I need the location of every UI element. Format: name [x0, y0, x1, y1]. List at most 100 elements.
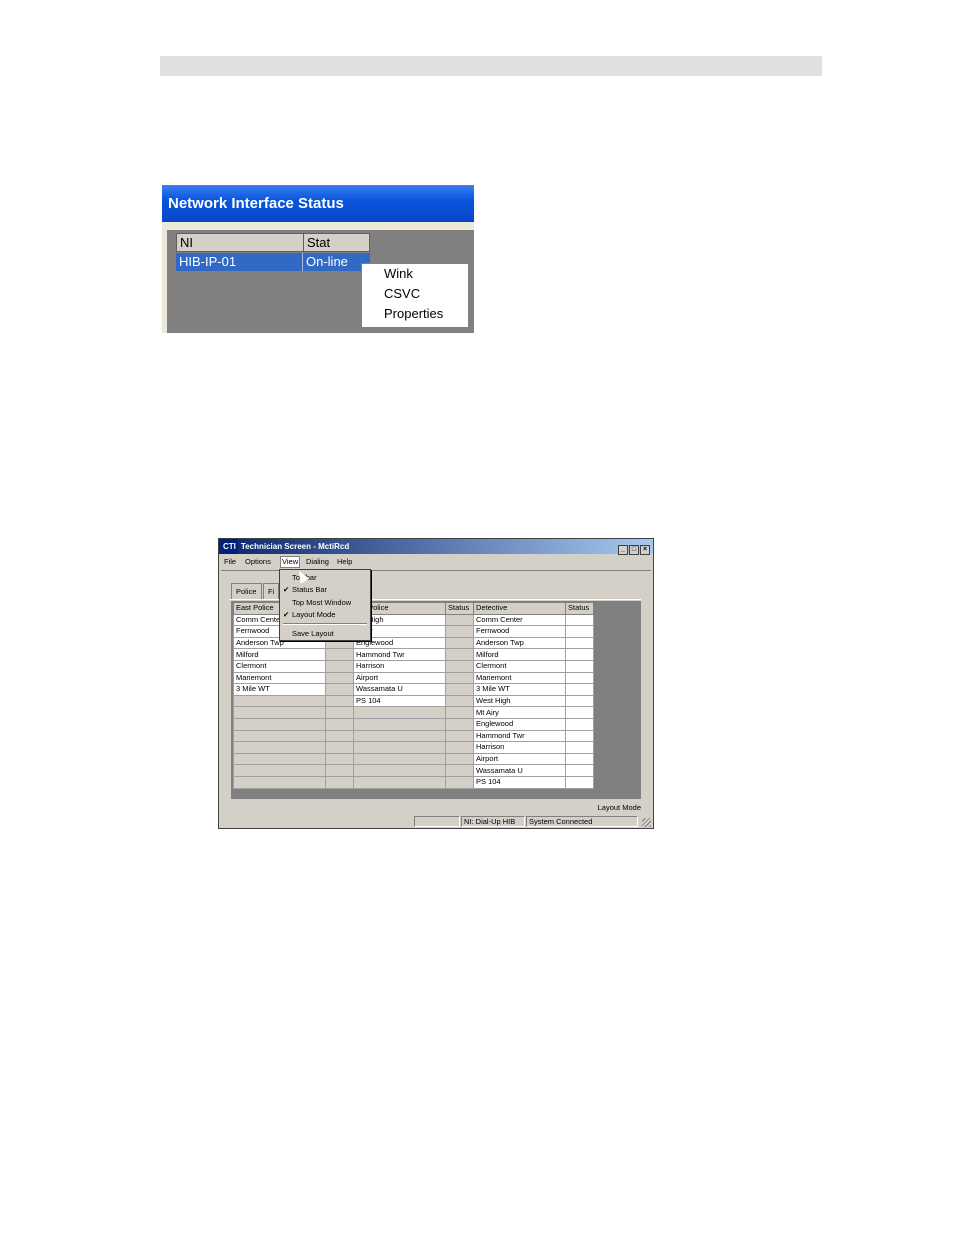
grid-cell[interactable] [233, 694, 326, 708]
grid-cell[interactable] [445, 636, 474, 650]
menu-item-save-layout[interactable]: Save Layout [292, 629, 334, 639]
grid-cell[interactable] [445, 706, 474, 719]
menu-item-csvc[interactable]: CSVC [362, 284, 468, 304]
grid-cell[interactable] [445, 729, 474, 743]
grid-cell[interactable] [565, 636, 594, 650]
grid-cell[interactable] [353, 729, 446, 743]
grid-cell[interactable]: Harrison [473, 741, 566, 754]
grid-cell[interactable]: Wassamata U [353, 683, 446, 696]
grid-cell[interactable] [233, 764, 326, 777]
resize-grip-icon[interactable] [642, 818, 651, 827]
column-header[interactable]: Status [445, 602, 474, 615]
column-header[interactable]: Status [565, 602, 594, 615]
grid-cell[interactable] [445, 764, 474, 777]
grid-cell[interactable] [565, 775, 594, 789]
grid-cell[interactable] [565, 694, 594, 708]
grid-cell[interactable]: Mariemont [233, 671, 326, 685]
grid-cell[interactable] [325, 694, 354, 708]
grid-cell[interactable] [565, 613, 594, 627]
grid-cell[interactable] [445, 659, 474, 673]
ni-column-header[interactable]: NI [176, 233, 304, 252]
grid-cell[interactable] [325, 764, 354, 777]
grid-cell[interactable] [233, 717, 326, 731]
grid-cell[interactable]: Airport [353, 671, 446, 685]
grid-cell[interactable] [565, 717, 594, 731]
grid-cell[interactable] [565, 764, 594, 777]
grid-cell[interactable]: Mariemont [473, 671, 566, 685]
maximize-icon[interactable]: □ [629, 545, 639, 555]
menu-item-top-most-window[interactable]: Top Most Window [292, 598, 351, 608]
grid-cell[interactable] [353, 741, 446, 754]
grid-cell[interactable] [445, 694, 474, 708]
grid-cell[interactable]: Mt Airy [473, 706, 566, 719]
grid-cell[interactable] [445, 671, 474, 685]
grid-cell[interactable] [445, 741, 474, 754]
grid-cell[interactable] [445, 683, 474, 696]
grid-cell[interactable] [353, 764, 446, 777]
grid-cell[interactable] [233, 729, 326, 743]
grid-cell[interactable] [325, 683, 354, 696]
menu-item-layout-mode[interactable]: Layout Mode [292, 610, 335, 620]
grid-cell[interactable] [445, 752, 474, 766]
grid-cell[interactable]: PS 104 [473, 775, 566, 789]
menu-file[interactable]: File [224, 557, 236, 567]
grid-cell[interactable] [233, 706, 326, 719]
grid-cell[interactable] [565, 752, 594, 766]
grid-cell[interactable] [325, 671, 354, 685]
grid-cell[interactable] [325, 752, 354, 766]
grid-cell[interactable] [353, 775, 446, 789]
ni-row-name[interactable]: HIB-IP-01 [176, 253, 303, 271]
grid-cell[interactable]: Wassamata U [473, 764, 566, 777]
grid-cell[interactable] [445, 717, 474, 731]
grid-cell[interactable] [325, 741, 354, 754]
grid-cell[interactable]: 3 Mile WT [233, 683, 326, 696]
grid-cell[interactable]: Clermont [473, 659, 566, 673]
grid-cell[interactable] [565, 625, 594, 638]
grid-cell[interactable] [565, 671, 594, 685]
grid-cell[interactable]: Airport [473, 752, 566, 766]
grid-cell[interactable] [565, 729, 594, 743]
grid-cell[interactable] [565, 741, 594, 754]
menu-item-wink[interactable]: Wink [362, 264, 468, 284]
grid-cell[interactable]: Hammond Twr [473, 729, 566, 743]
grid-cell[interactable] [325, 717, 354, 731]
grid-cell[interactable]: 3 Mile WT [473, 683, 566, 696]
grid-cell[interactable]: Clermont [233, 659, 326, 673]
grid-cell[interactable] [353, 706, 446, 719]
grid-cell[interactable] [233, 752, 326, 766]
grid-cell[interactable] [565, 683, 594, 696]
grid-cell[interactable] [445, 648, 474, 661]
grid-cell[interactable] [445, 613, 474, 627]
grid-cell[interactable]: Fernwood [473, 625, 566, 638]
column-header[interactable]: Detective [473, 602, 566, 615]
grid-cell[interactable] [445, 625, 474, 638]
grid-cell[interactable]: Comm Center [473, 613, 566, 627]
grid-cell[interactable] [353, 717, 446, 731]
minimize-icon[interactable]: _ [618, 545, 628, 555]
grid-cell[interactable]: West High [473, 694, 566, 708]
stat-column-header[interactable]: Stat [303, 233, 370, 252]
grid-cell[interactable]: Harrison [353, 659, 446, 673]
grid-cell[interactable]: Englewood [473, 717, 566, 731]
grid-cell[interactable] [565, 648, 594, 661]
grid-cell[interactable]: Anderson Twp [473, 636, 566, 650]
menu-item-status-bar[interactable]: Status Bar [292, 585, 327, 595]
grid-cell[interactable] [353, 752, 446, 766]
tab-fire[interactable]: Fi [263, 583, 279, 599]
grid-cell[interactable] [325, 729, 354, 743]
grid-cell[interactable] [233, 741, 326, 754]
grid-cell[interactable] [233, 775, 326, 789]
close-icon[interactable]: × [640, 545, 650, 555]
grid-cell[interactable] [325, 706, 354, 719]
grid-cell[interactable] [325, 659, 354, 673]
grid-cell[interactable] [325, 775, 354, 789]
grid-cell[interactable] [565, 706, 594, 719]
grid-cell[interactable] [325, 648, 354, 661]
menu-view[interactable]: View [280, 556, 301, 568]
ni-row-status[interactable]: On-line [303, 253, 370, 271]
menu-item-properties[interactable]: Properties [362, 304, 468, 324]
menu-dialing[interactable]: Dialing [306, 557, 329, 567]
grid-cell[interactable]: PS 104 [353, 694, 446, 708]
grid-cell[interactable] [565, 659, 594, 673]
grid-cell[interactable]: Milford [233, 648, 326, 661]
